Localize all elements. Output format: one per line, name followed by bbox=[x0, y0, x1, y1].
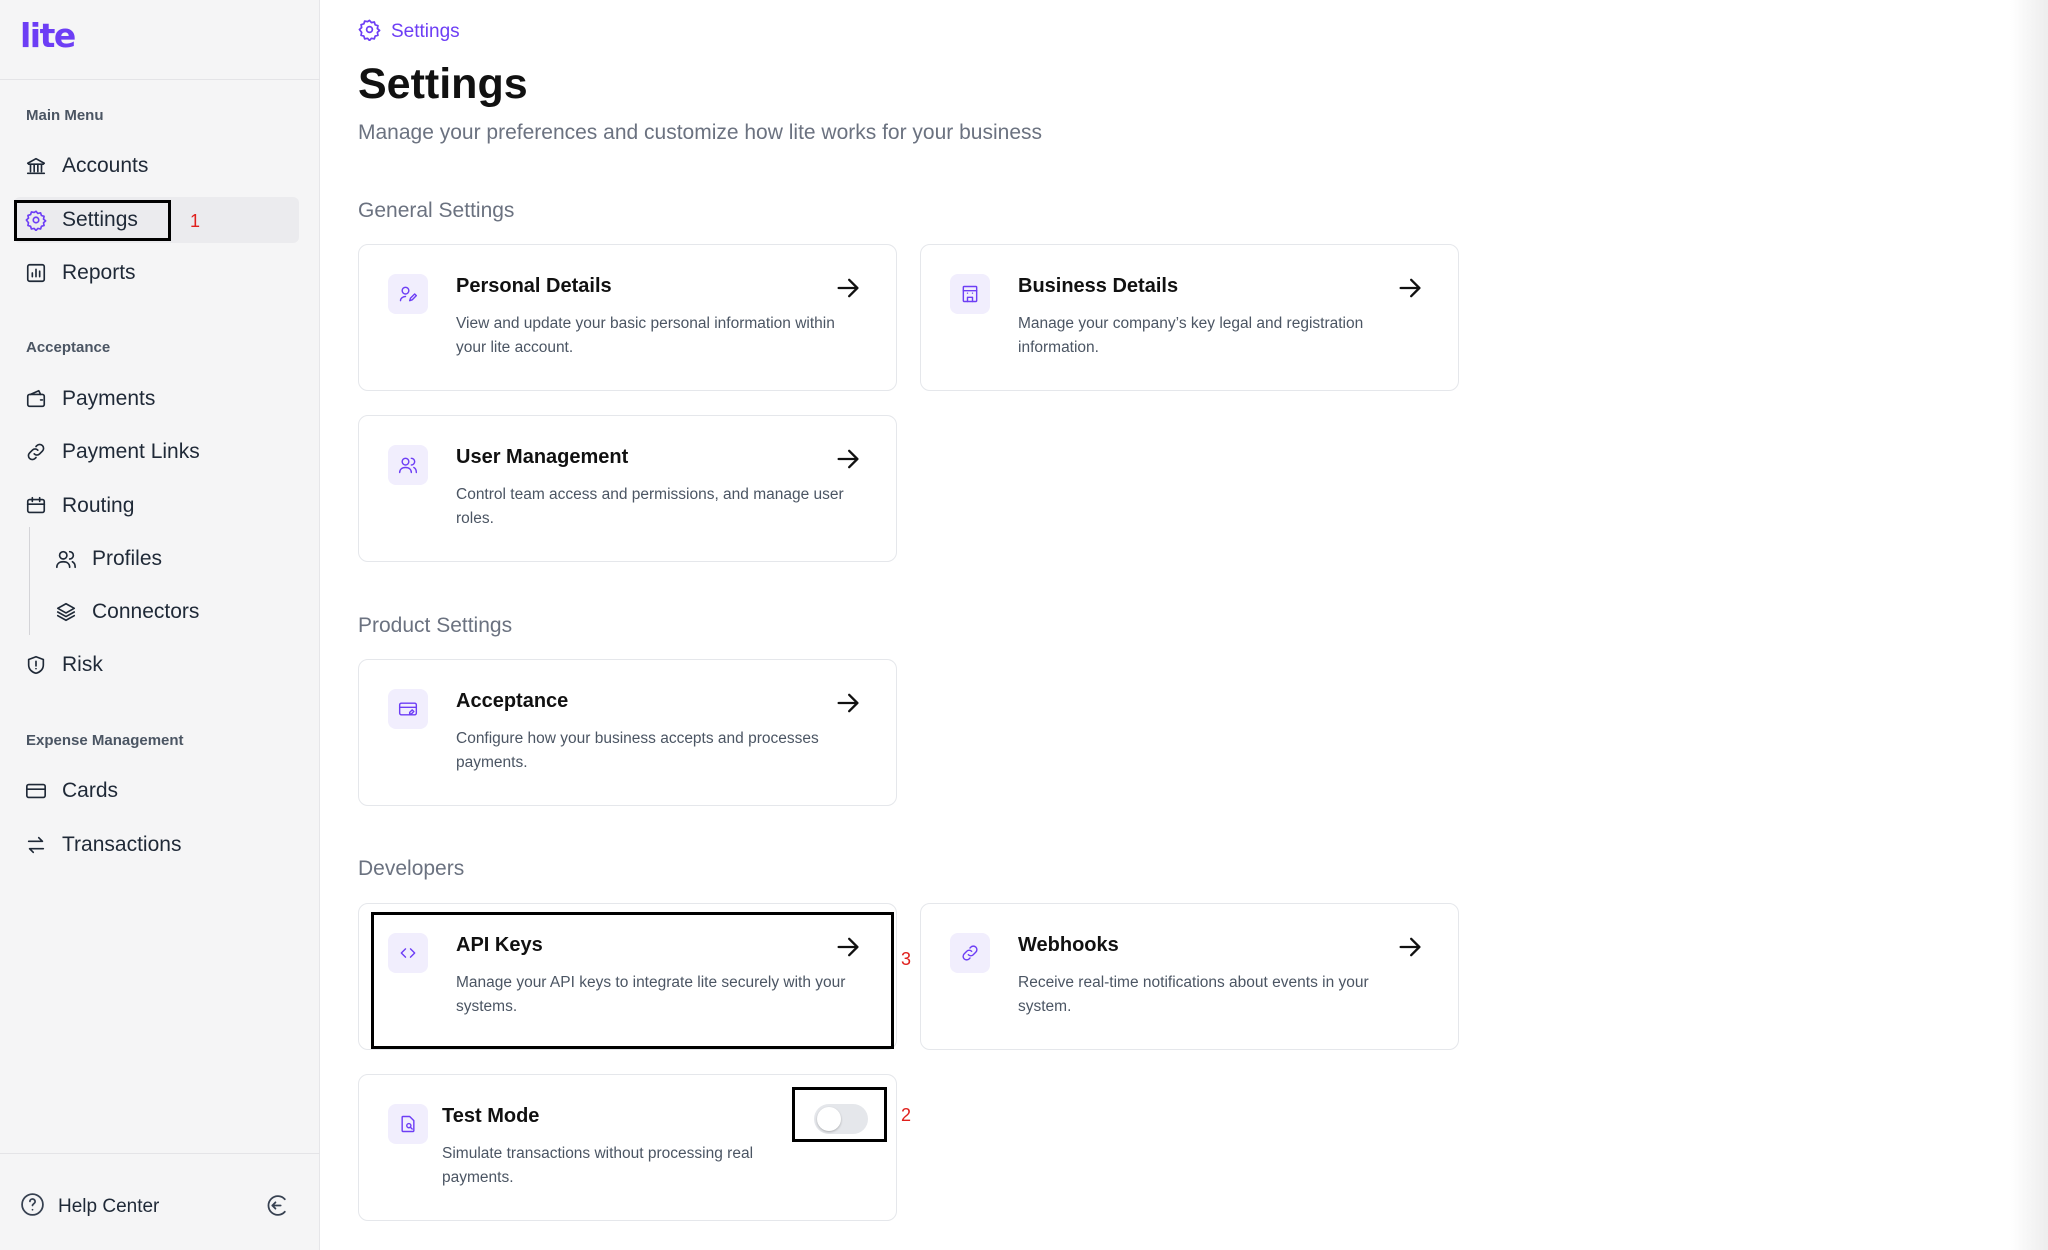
card-acceptance[interactable]: Acceptance Configure how your business a… bbox=[358, 659, 897, 806]
sidebar-divider bbox=[0, 1153, 320, 1154]
sidebar-item-label: Routing bbox=[62, 494, 135, 517]
arrow-right-icon[interactable] bbox=[1396, 274, 1424, 302]
user-edit-icon bbox=[388, 274, 428, 314]
card-description: Control team access and permissions, and… bbox=[456, 486, 844, 527]
sidebar-item-cards[interactable]: Cards bbox=[14, 768, 299, 814]
card-title: Business Details bbox=[1018, 275, 1179, 297]
help-center-link[interactable]: Help Center bbox=[20, 1190, 159, 1224]
gear-icon bbox=[24, 208, 48, 232]
arrow-right-icon[interactable] bbox=[834, 274, 862, 302]
section-label-acceptance: Acceptance bbox=[26, 339, 111, 356]
group-title-developers: Developers bbox=[358, 857, 465, 880]
sidebar-item-label: Accounts bbox=[62, 154, 149, 177]
help-center-label: Help Center bbox=[58, 1196, 160, 1217]
sidebar-item-label: Connectors bbox=[92, 600, 200, 623]
sidebar-item-label: Payment Links bbox=[62, 440, 200, 463]
sidebar-item-risk[interactable]: Risk bbox=[14, 642, 299, 688]
sidebar-item-payment-links[interactable]: Payment Links bbox=[14, 429, 299, 475]
arrow-right-icon[interactable] bbox=[834, 933, 862, 961]
toggle-knob bbox=[817, 1107, 841, 1131]
card-webhooks[interactable]: Webhooks Receive real-time notifications… bbox=[920, 903, 1459, 1050]
card-title: Acceptance bbox=[456, 690, 569, 712]
sidebar-item-label: Risk bbox=[62, 653, 103, 676]
card-title: Webhooks bbox=[1018, 934, 1119, 956]
help-circle-icon bbox=[20, 1192, 45, 1222]
test-mode-toggle[interactable] bbox=[814, 1104, 868, 1134]
link-icon bbox=[950, 933, 990, 973]
routing-icon bbox=[24, 494, 48, 518]
sidebar-item-label: Reports bbox=[62, 261, 136, 284]
sidebar-item-settings[interactable]: Settings bbox=[14, 197, 299, 243]
sidebar: lite Main Menu Accounts Settings Reports… bbox=[0, 0, 320, 1250]
sidebar-divider bbox=[0, 79, 320, 80]
submenu-guide-line bbox=[29, 527, 30, 635]
card-user-management[interactable]: User Management Control team access and … bbox=[358, 415, 897, 562]
breadcrumb[interactable]: Settings bbox=[358, 18, 460, 46]
group-title-product: Product Settings bbox=[358, 614, 513, 637]
code-icon bbox=[388, 933, 428, 973]
card-description: Manage your API keys to integrate lite s… bbox=[456, 974, 846, 1015]
shield-icon bbox=[24, 653, 48, 677]
arrow-right-icon[interactable] bbox=[834, 445, 862, 473]
arrow-right-icon[interactable] bbox=[834, 689, 862, 717]
sidebar-item-label: Settings bbox=[62, 208, 138, 231]
sidebar-item-profiles[interactable]: Profiles bbox=[44, 536, 299, 582]
card-title: Test Mode bbox=[442, 1105, 540, 1127]
page-title: Settings bbox=[358, 60, 528, 108]
users-icon bbox=[54, 547, 78, 571]
sidebar-item-reports[interactable]: Reports bbox=[14, 250, 299, 296]
annotation-number-1: 1 bbox=[190, 211, 201, 231]
sidebar-item-label: Profiles bbox=[92, 547, 163, 570]
page-subtitle: Manage your preferences and customize ho… bbox=[358, 121, 1042, 144]
annotation-number-2: 2 bbox=[901, 1105, 912, 1125]
card-title: API Keys bbox=[456, 934, 543, 956]
breadcrumb-label: Settings bbox=[391, 21, 460, 42]
card-test-mode: Test Mode Simulate transactions without … bbox=[358, 1074, 897, 1221]
sidebar-item-label: Payments bbox=[62, 387, 156, 410]
building-icon bbox=[950, 274, 990, 314]
users-icon bbox=[388, 445, 428, 485]
bank-icon bbox=[24, 154, 48, 178]
card-title: User Management bbox=[456, 446, 629, 468]
section-label-expense-management: Expense Management bbox=[26, 732, 184, 749]
sidebar-item-routing[interactable]: Routing bbox=[14, 483, 299, 529]
collapse-sidebar-icon[interactable] bbox=[264, 1193, 289, 1223]
card-personal-details[interactable]: Personal Details View and update your ba… bbox=[358, 244, 897, 391]
bar-chart-icon bbox=[24, 261, 48, 285]
sidebar-item-connectors[interactable]: Connectors bbox=[44, 589, 299, 635]
card-settings-icon bbox=[388, 689, 428, 729]
section-label-main-menu: Main Menu bbox=[26, 107, 104, 124]
card-api-keys[interactable]: API Keys Manage your API keys to integra… bbox=[358, 903, 897, 1050]
sidebar-item-accounts[interactable]: Accounts bbox=[14, 143, 299, 189]
group-title-general: General Settings bbox=[358, 199, 515, 222]
sidebar-item-payments[interactable]: Payments bbox=[14, 376, 299, 422]
card-title: Personal Details bbox=[456, 275, 612, 297]
card-description: View and update your basic personal info… bbox=[456, 315, 835, 356]
sidebar-item-transactions[interactable]: Transactions bbox=[14, 822, 299, 868]
sidebar-item-label: Cards bbox=[62, 779, 119, 802]
arrow-right-icon[interactable] bbox=[1396, 933, 1424, 961]
annotation-number-3: 3 bbox=[901, 949, 912, 969]
window-edge-shadow bbox=[2010, 0, 2048, 1250]
sidebar-item-label: Transactions bbox=[62, 833, 182, 856]
card-description: Manage your company’s key legal and regi… bbox=[1018, 315, 1364, 356]
card-description: Configure how your business accepts and … bbox=[456, 730, 819, 771]
test-doc-icon bbox=[388, 1104, 428, 1144]
card-business-details[interactable]: Business Details Manage your company’s k… bbox=[920, 244, 1459, 391]
wallet-icon bbox=[24, 387, 48, 411]
link-icon bbox=[24, 440, 48, 464]
transfer-icon bbox=[24, 833, 48, 857]
credit-card-icon bbox=[24, 779, 48, 803]
gear-icon bbox=[358, 18, 381, 46]
card-description: Simulate transactions without processing… bbox=[442, 1145, 754, 1186]
card-description: Receive real-time notifications about ev… bbox=[1018, 974, 1369, 1015]
layers-icon bbox=[54, 600, 78, 624]
app-logo[interactable]: lite bbox=[20, 16, 76, 55]
